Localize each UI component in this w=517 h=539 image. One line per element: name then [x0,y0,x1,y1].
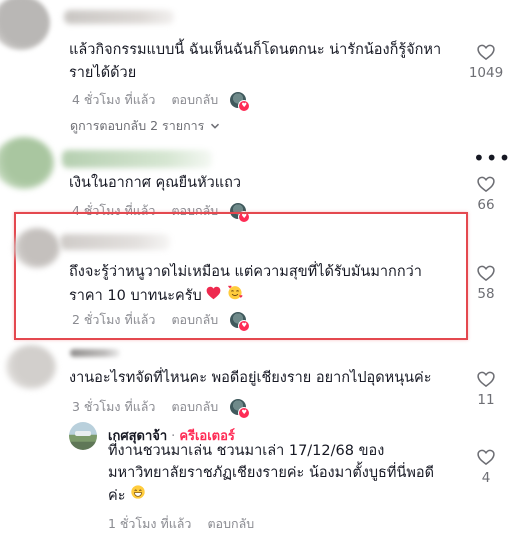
heart-outline-icon [463,369,509,389]
reply-button[interactable]: ตอบกลับ [171,397,218,417]
avatar[interactable] [0,137,54,189]
smiling-hearts-emoji [226,284,244,308]
like-count: 11 [477,392,495,408]
like-count: 1049 [468,65,504,81]
red-heart-emoji [206,285,221,308]
comment-time: 3 ชั่วโมง ที่แล้ว [72,399,156,414]
like-button[interactable]: 66 [463,174,509,213]
heart-outline-icon [463,42,509,62]
heart-outline-icon [463,447,509,467]
comment-text: ถึงจะรู้ว่าหนูวาดไม่เหมือน แต่ความสุขที่… [69,261,422,308]
avatar[interactable] [0,0,50,50]
username-blurred[interactable] [62,150,212,168]
heart-outline-icon [463,174,509,194]
creator-liked-avatar: ♥ [230,399,251,419]
reply-button[interactable]: ตอบกลับ [207,514,254,534]
comment-time: 2 ชั่วโมง ที่แล้ว [72,312,156,327]
username-blurred[interactable] [60,234,170,250]
comment-text: เงินในอากาศ คุณยืนหัวแถว [69,175,242,191]
creator-liked-avatar: ♥ [230,312,251,332]
like-count: 58 [477,286,495,302]
comment-meta: 2 ชั่วโมง ที่แล้ว ตอบกลับ ♥ [72,310,251,332]
more-dots-icon[interactable]: ••• [473,148,511,168]
comment-text: แล้วกิจกรรมแบบนี้ ฉันเห็นฉันก็โดนตกนะ น่… [69,42,442,81]
grinning-emoji [130,484,146,508]
username-blurred[interactable] [64,10,174,24]
creator-avatar-detail [75,431,91,436]
like-button[interactable]: 4 [463,447,509,486]
reply-button[interactable]: ตอบกลับ [171,90,218,110]
like-button[interactable]: 1049 [463,42,509,81]
comment-meta: 3 ชั่วโมง ที่แล้ว ตอบกลับ ♥ [72,397,251,419]
comment-time: 4 ชั่วโมง ที่แล้ว [72,92,156,107]
avatar[interactable] [14,228,60,268]
chevron-down-icon [210,119,220,134]
reply-button[interactable]: ตอบกลับ [171,310,218,330]
avatar[interactable] [6,345,56,389]
reply-time: 1 ชั่วโมง ที่แล้ว [108,516,192,531]
like-count: 66 [477,197,495,213]
username-blurred[interactable] [70,349,120,357]
like-button[interactable]: 58 [463,263,509,302]
creator-liked-avatar: ♥ [230,92,251,112]
heart-badge-icon: ♥ [238,407,251,419]
like-count: 4 [481,470,491,486]
like-button[interactable]: 11 [463,369,509,408]
heart-outline-icon [463,263,509,283]
reply-meta: 1 ชั่วโมง ที่แล้ว ตอบกลับ [108,514,254,534]
creator-avatar[interactable] [69,422,97,450]
heart-badge-icon: ♥ [238,100,251,112]
reply-text: ที่งานชวนมาเล่น ชวนมาเล่า 17/12/68 ของ ม… [108,441,434,508]
view-replies-button[interactable]: ดูการตอบกลับ 2 รายการ [70,116,220,136]
comment-text: งานอะไรทจัดที่ไหนคะ พอดีอยู่เชียงราย อยา… [69,370,432,386]
comment-meta: 4 ชั่วโมง ที่แล้ว ตอบกลับ ♥ [72,90,251,112]
